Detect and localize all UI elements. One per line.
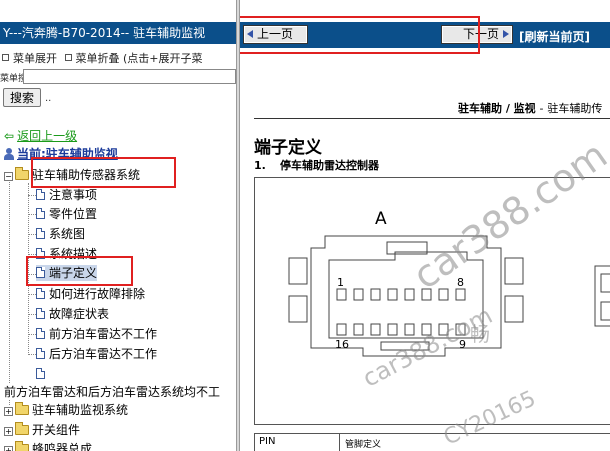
tree-line: [28, 234, 36, 235]
collapse-toggle-icon[interactable]: −: [4, 172, 13, 181]
tree-line: [28, 334, 36, 335]
pin-definition-table: PIN 管脚定义: [254, 433, 610, 451]
tree-line: [28, 195, 36, 196]
connector-diagram: 1 8 16 9: [254, 177, 610, 425]
table-header-pin: PIN: [255, 434, 340, 451]
tree-item-front-radar-fault[interactable]: 前方泊车雷达不工作: [36, 326, 157, 342]
document-icon: [36, 348, 45, 359]
tree-item-rear-radar-fault[interactable]: 后方泊车雷达不工作: [36, 346, 157, 362]
back-arrow-icon: ⇦: [4, 129, 15, 143]
expand-toggle-icon[interactable]: +: [4, 427, 13, 436]
tree-item-both-radars-fault[interactable]: 前方泊车雷达和后方泊车雷达系统均不工: [4, 384, 221, 400]
search-button[interactable]: 搜索: [3, 88, 41, 107]
document-icon: [36, 189, 45, 200]
open-folder-icon: [15, 167, 29, 180]
table-header-definition: 管脚定义: [345, 440, 382, 450]
tree-line: [28, 354, 36, 355]
doc-running-header: 驻车辅助 / 监视 - 驻车辅助传: [458, 102, 603, 115]
pin-row-bottom: [336, 323, 466, 336]
expand-square-icon: [2, 54, 9, 61]
folder-icon: [15, 422, 29, 435]
pin-label: 16: [335, 338, 349, 351]
tree-folder-monitor-system[interactable]: + 驻车辅助监视系统: [4, 402, 128, 418]
tree-line: [9, 180, 10, 405]
arrow-right-icon: [503, 30, 509, 38]
pin-row-top: [336, 288, 466, 301]
document-icon: [36, 368, 45, 379]
tree-line: [28, 314, 36, 315]
highlight-box-terminal-item: [26, 256, 133, 286]
search-suffix: ..: [45, 93, 52, 104]
refresh-page-link[interactable]: [刷新当前页]: [519, 28, 590, 45]
expand-toggle-icon[interactable]: +: [4, 446, 13, 451]
highlight-box-sensor-folder: [31, 157, 176, 188]
document-pane: 上一页 下一页 [刷新当前页] 驻车辅助 / 监视 - 驻车辅助传 端子定义 1…: [240, 0, 610, 451]
collapse-menu-link[interactable]: 菜单折叠 (点击+展开子菜: [64, 50, 203, 66]
folder-icon: [15, 441, 29, 451]
highlight-box-nav: [240, 16, 480, 54]
user-icon: [4, 148, 14, 160]
pin-label: 8: [457, 276, 464, 289]
search-input[interactable]: [23, 69, 236, 84]
menu-pane: Y---汽奔腾-B70-2014-- 驻车辅助监视 菜单展开 菜单折叠 (点击+…: [0, 0, 236, 451]
tree-folder-buzzer[interactable]: + 蜂鸣器总成: [4, 441, 92, 451]
expand-toggle-icon[interactable]: +: [4, 407, 13, 416]
tree-item-troubleshooting[interactable]: 如何进行故障排除: [36, 286, 145, 302]
document-icon: [36, 228, 45, 239]
tree-line: [28, 294, 36, 295]
tree-item-system-diagram[interactable]: 系统图: [36, 226, 85, 242]
tree-line: [28, 254, 36, 255]
connector-label: A: [375, 209, 387, 229]
document-icon: [36, 308, 45, 319]
pin-label: 1: [337, 276, 344, 289]
document-icon: [36, 288, 45, 299]
menu-title-bar: Y---汽奔腾-B70-2014-- 驻车辅助监视: [0, 22, 236, 44]
back-row[interactable]: ⇦ 返回上一级: [4, 128, 77, 144]
expand-menu-link[interactable]: 菜单展开: [2, 50, 57, 66]
menu-toggle-row: 菜单展开 菜单折叠 (点击+展开子菜: [2, 50, 203, 66]
tree-item-symptom-table[interactable]: 故障症状表: [36, 306, 109, 322]
subsection-title: 1. 停车辅助雷达控制器: [254, 159, 379, 172]
tree-line: [28, 214, 36, 215]
tree-item-blank[interactable]: [36, 366, 49, 382]
collapse-square-icon: [64, 54, 72, 61]
tree-folder-switch[interactable]: + 开关组件: [4, 422, 80, 438]
connector-drawing: 1 8 16 9: [288, 235, 610, 357]
tree-item-part-location[interactable]: 零件位置: [36, 206, 97, 222]
document-icon: [36, 208, 45, 219]
tree-item-precautions[interactable]: 注意事项: [36, 187, 97, 203]
folder-icon: [15, 402, 29, 415]
header-rule: [254, 118, 610, 119]
section-title: 端子定义: [254, 138, 322, 158]
pin-label: 9: [459, 338, 466, 351]
document-icon: [36, 328, 45, 339]
back-link[interactable]: 返回上一级: [17, 129, 77, 143]
